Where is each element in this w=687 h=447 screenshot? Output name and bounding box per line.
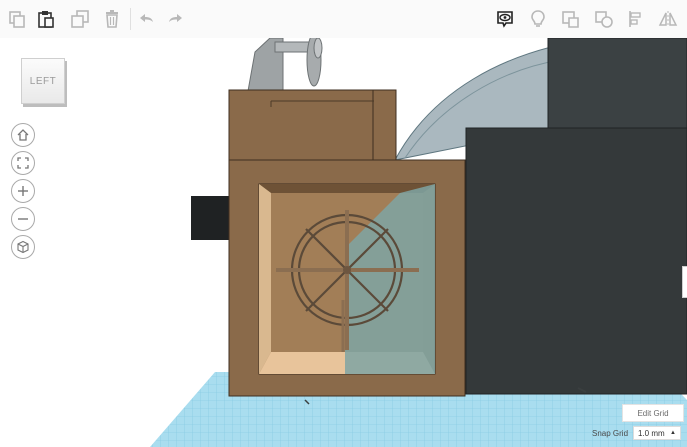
paste-button[interactable]: [32, 5, 60, 33]
undo-button[interactable]: [132, 5, 160, 33]
black-block: [191, 196, 231, 240]
mirror-button[interactable]: [654, 5, 682, 33]
zoom-in-icon: [18, 186, 28, 196]
fan-model: [247, 38, 323, 92]
perspective-icon: [17, 240, 29, 254]
side-panel-handle[interactable]: [682, 266, 687, 298]
light-bulb-icon: [531, 10, 545, 27]
view-cube[interactable]: LEFT: [21, 58, 65, 104]
top-toolbar: [0, 0, 687, 39]
copy-icon: [9, 11, 25, 28]
ungroup-button[interactable]: [590, 5, 618, 33]
zoom-out-button[interactable]: [11, 207, 35, 231]
wood-main-box: [228, 159, 466, 397]
scene: [150, 38, 687, 447]
view-cube-label: LEFT: [29, 75, 57, 87]
3d-viewport[interactable]: [0, 38, 687, 447]
visibility-icon: [497, 11, 513, 28]
undo-icon: [140, 14, 153, 22]
fit-view-icon: [17, 157, 29, 169]
dark-block: [465, 127, 687, 395]
copy-button[interactable]: [3, 5, 31, 33]
chevron-up-icon: ▲: [670, 430, 676, 436]
edit-grid-label: Edit Grid: [637, 408, 669, 418]
paste-icon: [38, 11, 54, 28]
duplicate-button[interactable]: [66, 5, 94, 33]
snap-grid-select[interactable]: 1.0 mm ▲: [633, 426, 681, 440]
delete-button[interactable]: [98, 5, 126, 33]
light-bulb-button[interactable]: [524, 5, 552, 33]
delete-icon: [106, 10, 118, 28]
zoom-in-button[interactable]: [11, 179, 35, 203]
group-icon: [562, 11, 579, 28]
edit-grid-button[interactable]: Edit Grid: [622, 404, 684, 422]
visibility-button[interactable]: [491, 5, 519, 33]
duplicate-icon: [71, 10, 89, 28]
zoom-out-icon: [18, 218, 28, 220]
home-icon: [17, 129, 29, 141]
dark-block-top: [547, 38, 687, 129]
mirror-icon: [658, 11, 678, 27]
perspective-button[interactable]: [11, 235, 35, 259]
align-button[interactable]: [622, 5, 650, 33]
redo-button[interactable]: [162, 5, 190, 33]
toolbar-separator: [130, 8, 131, 30]
redo-icon: [169, 14, 182, 22]
wood-top-box: [228, 89, 397, 163]
ungroup-icon: [595, 11, 613, 28]
home-view-button[interactable]: [11, 123, 35, 147]
fit-view-button[interactable]: [11, 151, 35, 175]
snap-grid-value: 1.0 mm: [638, 428, 665, 438]
align-icon: [629, 11, 641, 27]
snap-grid-label: Snap Grid: [592, 429, 629, 438]
group-button[interactable]: [557, 5, 585, 33]
